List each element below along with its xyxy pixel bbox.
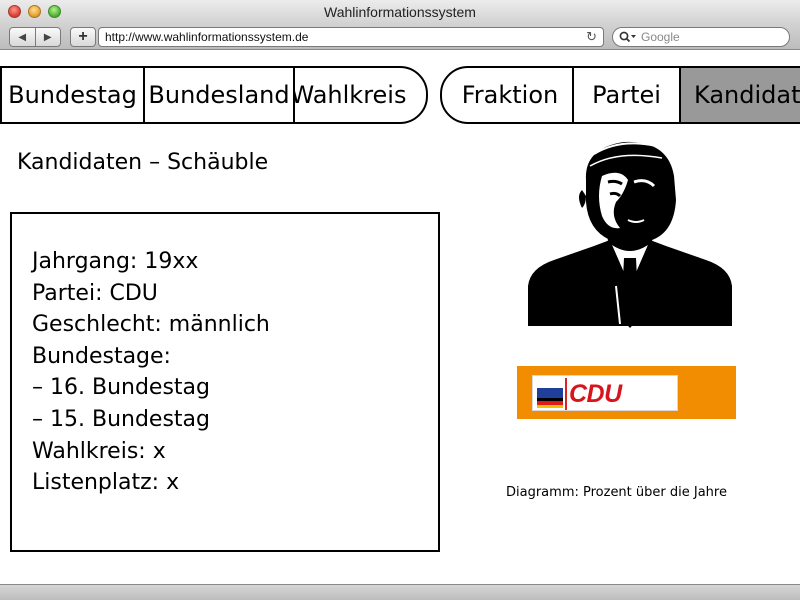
back-button[interactable]: ◀ bbox=[10, 28, 35, 46]
logo-divider bbox=[565, 378, 567, 410]
back-forward-group: ◀ ▶ bbox=[9, 27, 61, 47]
window-title: Wahlinformationssystem bbox=[324, 4, 476, 20]
browser-toolbar: ◀ ▶ + http://www.wahlinformationssystem.… bbox=[0, 24, 800, 50]
info-line-geschlecht: Geschlecht: männlich bbox=[32, 312, 270, 338]
reload-icon[interactable]: ↻ bbox=[586, 28, 597, 46]
candidate-info-box: Jahrgang: 19xx Partei: CDU Geschlecht: m… bbox=[10, 212, 440, 552]
page-title: Kandidaten – Schäuble bbox=[17, 150, 269, 175]
search-field[interactable]: Google bbox=[612, 27, 790, 47]
info-line-bundestag-15: – 15. Bundestag bbox=[32, 406, 210, 432]
diagram-caption: Diagramm: Prozent über die Jahre bbox=[506, 485, 727, 500]
party-logo-text: CDU bbox=[569, 380, 622, 408]
address-url: http://www.wahlinformationssystem.de bbox=[105, 30, 309, 44]
minimize-window-icon[interactable] bbox=[28, 5, 41, 18]
party-logo-panel: CDU bbox=[532, 375, 678, 411]
window-titlebar: Wahlinformationssystem bbox=[0, 0, 800, 24]
search-icon bbox=[619, 31, 636, 43]
info-line-bundestage: Bundestage: bbox=[32, 343, 171, 369]
address-bar[interactable]: http://www.wahlinformationssystem.de ↻ bbox=[98, 27, 604, 47]
party-logo: CDU bbox=[517, 366, 736, 419]
forward-button[interactable]: ▶ bbox=[34, 28, 61, 46]
info-line-listenplatz: Listenplatz: x bbox=[32, 470, 180, 496]
info-line-bundestag-16: – 16. Bundestag bbox=[32, 375, 210, 401]
tab-wahlkreis[interactable]: Wahlkreis bbox=[295, 68, 426, 122]
tab-bundestag[interactable]: Bundestag bbox=[2, 68, 145, 122]
search-placeholder: Google bbox=[641, 30, 680, 44]
new-tab-button[interactable]: + bbox=[70, 27, 96, 47]
zoom-window-icon[interactable] bbox=[48, 5, 61, 18]
tab-partei[interactable]: Partei bbox=[574, 68, 681, 122]
info-line-wahlkreis: Wahlkreis: x bbox=[32, 438, 166, 464]
browser-statusbar bbox=[0, 584, 800, 600]
close-window-icon[interactable] bbox=[8, 5, 21, 18]
nav-tabs-left: Bundestag Bundesland Wahlkreis bbox=[0, 66, 428, 124]
tab-bundesland[interactable]: Bundesland bbox=[145, 68, 295, 122]
nav-tabs-right: Fraktion Partei Kandidat bbox=[440, 66, 800, 124]
info-line-partei: Partei: CDU bbox=[32, 280, 158, 306]
candidate-portrait bbox=[528, 141, 732, 328]
tab-kandidat[interactable]: Kandidat bbox=[681, 68, 800, 122]
flag-icon bbox=[537, 388, 563, 408]
info-line-jahrgang: Jahrgang: 19xx bbox=[32, 249, 199, 274]
tab-fraktion[interactable]: Fraktion bbox=[442, 68, 574, 122]
